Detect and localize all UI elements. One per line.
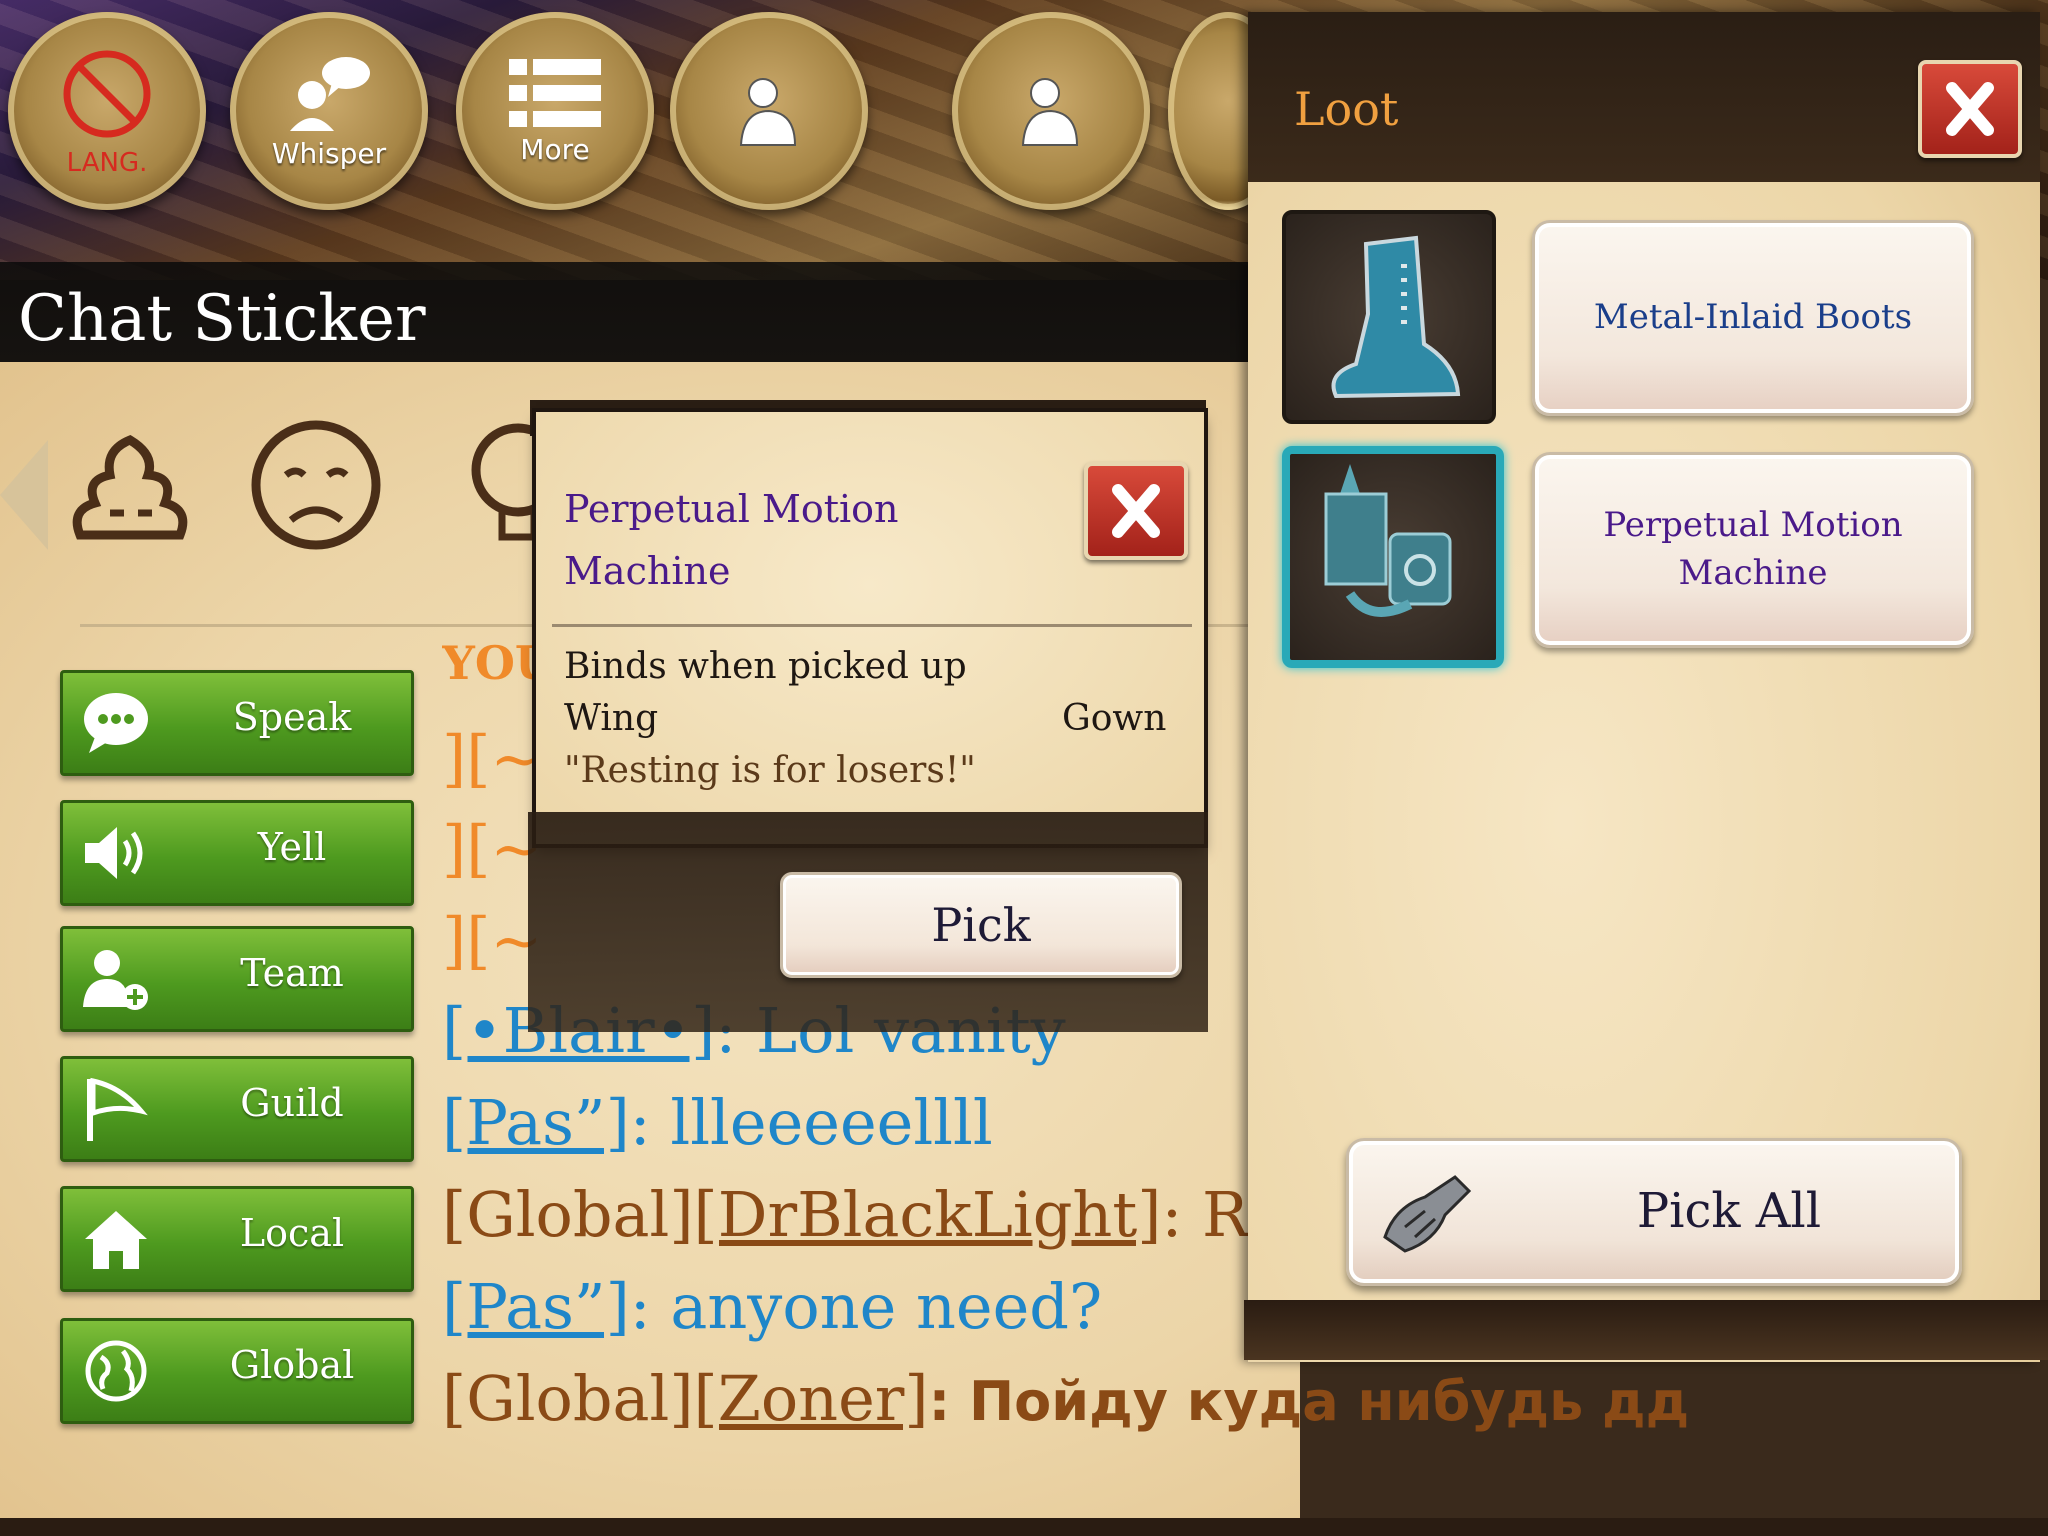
channel-guild-label: Guild [240, 1081, 344, 1125]
globe-icon [85, 1340, 147, 1402]
chat-message: [Global][Zoner]: Пойду куда нибудь дд [442, 1362, 1689, 1435]
chat-partial-line-1: ][~ [442, 722, 543, 795]
chat-channel-tag: [Global] [442, 1178, 694, 1251]
chat-message: [Global][DrBlackLight]: Rave [442, 1178, 1252, 1251]
loot-item-name: Metal-Inlaid Boots [1593, 297, 1913, 338]
channel-local-label: Local [239, 1211, 345, 1255]
chat-sender-link[interactable]: [DrBlackLight] [694, 1178, 1162, 1251]
loot-title: Loot [1294, 82, 1399, 136]
loot-item-slot-selected[interactable] [1282, 446, 1504, 668]
tooltip-close-button[interactable] [1084, 462, 1188, 560]
lightbulb-sticker-icon[interactable] [458, 415, 538, 555]
channel-yell-button[interactable]: Yell [60, 800, 414, 906]
person-icon [739, 78, 797, 146]
loot-close-button[interactable] [1918, 60, 2022, 158]
poop-sticker-icon[interactable] [60, 415, 200, 555]
close-icon [1112, 484, 1160, 538]
channel-team-button[interactable]: Team [60, 926, 414, 1032]
tooltip-slot: Wing [564, 698, 659, 739]
speaker-icon [85, 827, 143, 879]
channel-local-button[interactable]: Local [60, 1186, 414, 1292]
whisper-button-label: Whisper [271, 136, 387, 170]
player-button-2[interactable] [952, 12, 1150, 210]
channel-speak-label: Speak [232, 695, 352, 739]
loot-item-button[interactable]: Metal-Inlaid Boots [1532, 220, 1974, 416]
pick-all-label: Pick All [1636, 1183, 1822, 1239]
machine-icon [1324, 464, 1452, 617]
list-icon [509, 58, 601, 127]
person-icon [1021, 78, 1079, 146]
channel-global-button[interactable]: Global [60, 1318, 414, 1424]
more-button-label: More [520, 132, 590, 166]
chat-channel-tag: [Global] [442, 1362, 694, 1435]
chat-sender-link[interactable]: [Pas”] [442, 1270, 630, 1343]
chat-message: [Pas”]: llleeeeellll [442, 1086, 993, 1159]
pick-button[interactable]: Pick [780, 872, 1182, 978]
chat-message-text: : Rave [1161, 1178, 1252, 1251]
channel-team-label: Team [240, 951, 344, 995]
tooltip-title-line-2: Machine [564, 549, 731, 593]
loot-panel-bottom-edge [1244, 1300, 2048, 1360]
more-button[interactable]: More [456, 12, 654, 210]
tooltip-flavor-text: "Resting is for losers!" [564, 750, 976, 791]
language-button-label: LANG. [66, 148, 148, 178]
chat-message-text: : anyone need? [629, 1270, 1103, 1343]
no-lang-icon [63, 50, 151, 138]
chat-message-text: : llleeeeellll [629, 1086, 993, 1159]
tooltip-type: Gown [1062, 698, 1167, 739]
speech-bubble-icon [84, 693, 148, 753]
loot-item-name: Perpetual Motion Machine [1603, 505, 1903, 593]
channel-speak-button[interactable]: Speak [60, 670, 414, 776]
sad-face-sticker-icon[interactable] [246, 415, 386, 555]
channel-guild-button[interactable]: Guild [60, 1056, 414, 1162]
tooltip-divider [552, 624, 1192, 627]
home-icon [85, 1211, 147, 1269]
bottom-edge [0, 1518, 2048, 1536]
close-icon [1946, 82, 1994, 136]
gauntlet-icon [1383, 1175, 1472, 1253]
chat-sender-link[interactable]: [Pas”] [442, 1086, 630, 1159]
add-user-icon [83, 950, 148, 1010]
whisper-icon [290, 56, 370, 131]
tooltip-title: Perpetual Motion Machine [564, 478, 1044, 602]
chat-message-text: : Пойду куда нибудь дд [928, 1370, 1690, 1433]
whisper-button[interactable]: Whisper [230, 12, 428, 210]
tooltip-binds: Binds when picked up [564, 646, 967, 687]
flag-icon [87, 1077, 148, 1141]
loot-item-button-selected[interactable]: Perpetual Motion Machine [1532, 452, 1974, 648]
tooltip-title-line-1: Perpetual Motion [564, 487, 899, 531]
player-button-1[interactable] [670, 12, 868, 210]
sticker-prev-arrow[interactable] [0, 440, 48, 550]
chat-title: Chat Sticker [18, 282, 426, 356]
chat-message: [Pas”]: anyone need? [442, 1270, 1102, 1343]
loot-item-slot[interactable] [1282, 210, 1496, 424]
pick-all-button[interactable]: Pick All [1346, 1138, 1962, 1286]
channel-global-label: Global [229, 1343, 355, 1387]
boots-icon [1331, 235, 1461, 399]
language-button[interactable]: LANG. [8, 12, 206, 210]
chat-sender-link[interactable]: [Zoner] [694, 1362, 929, 1435]
channel-yell-label: Yell [257, 825, 327, 869]
